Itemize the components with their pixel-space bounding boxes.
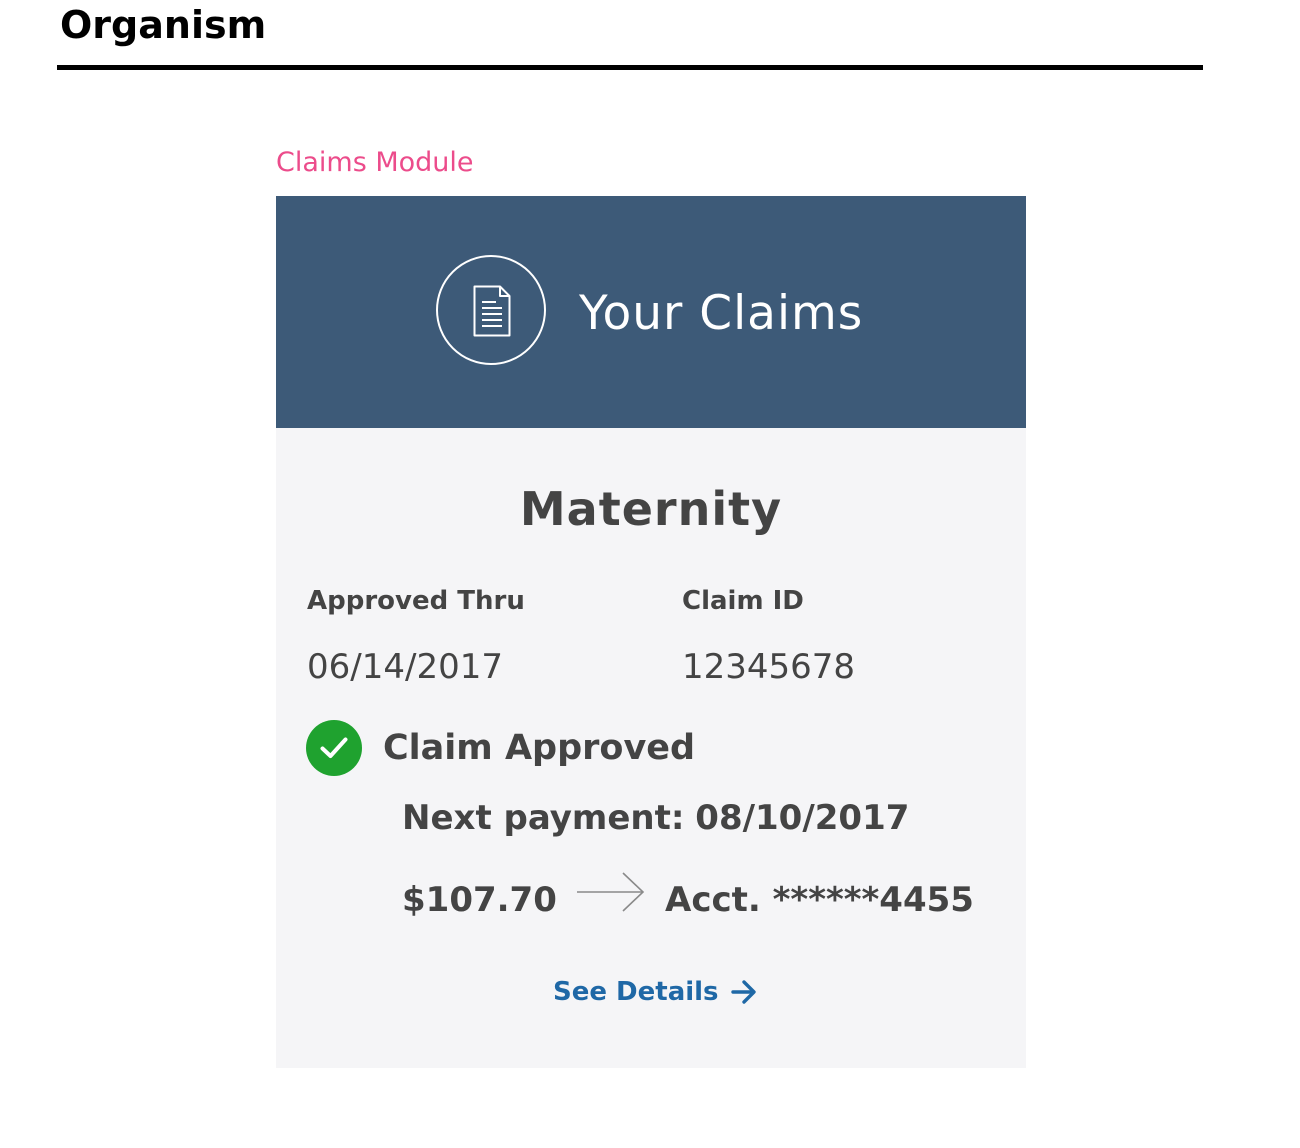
title-divider [57, 65, 1203, 70]
arrow-right-icon [577, 872, 645, 912]
check-circle-icon [306, 720, 362, 776]
arrow-right-icon [730, 980, 756, 1004]
document-icon [436, 255, 546, 365]
claim-type-title: Maternity [519, 482, 783, 536]
payment-amount: $107.70 [402, 880, 557, 920]
claim-status: Claim Approved [306, 719, 695, 777]
next-payment-label: Next payment: [402, 798, 685, 838]
claim-status-text: Claim Approved [383, 728, 696, 768]
claims-card: Your Claims Maternity Approved Thru 06/1… [276, 196, 1026, 1068]
card-header: Your Claims [276, 196, 1026, 428]
see-details-link[interactable]: See Details [553, 974, 757, 1010]
claim-id-value: 12345678 [682, 647, 856, 687]
payment-account: Acct. ******4455 [665, 880, 974, 920]
next-payment: Next payment: 08/10/2017 [402, 796, 909, 840]
see-details-label: See Details [553, 977, 719, 1007]
document-icon-glyph [473, 285, 511, 337]
approved-thru-label: Approved Thru [307, 586, 525, 616]
card-header-title: Your Claims [579, 286, 864, 341]
next-payment-date: 08/10/2017 [695, 798, 910, 838]
page-title: Organism [60, 3, 267, 47]
claim-id-label: Claim ID [682, 586, 804, 616]
approved-thru-value: 06/14/2017 [307, 647, 503, 687]
module-label: Claims Module [276, 147, 474, 178]
